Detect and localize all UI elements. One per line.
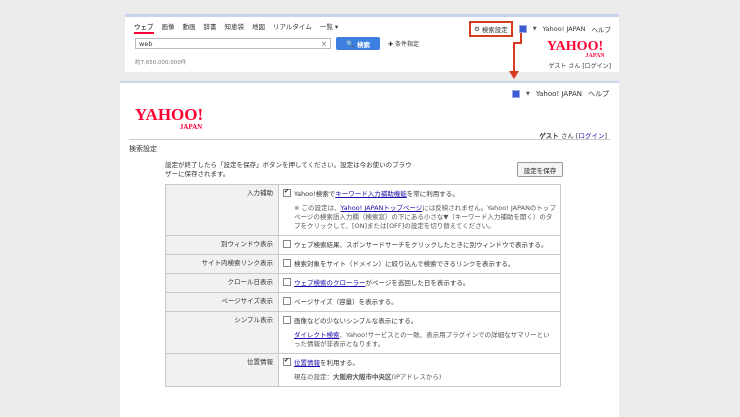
note-text: (IPアドレスから) bbox=[391, 373, 442, 381]
clear-icon[interactable]: × bbox=[321, 39, 327, 49]
guest-login[interactable]: ゲスト さん [ログイン] bbox=[549, 61, 612, 70]
setting-note: ※ この設定は、Yahoo! JAPANトップページには反映されません。Yaho… bbox=[283, 204, 556, 231]
tab-videos[interactable]: 動画 bbox=[183, 21, 196, 34]
save-settings-button[interactable]: 設定を保存 bbox=[517, 162, 563, 177]
search-vertical-tabs: ウェブ 画像 動画 辞書 知恵袋 地図 リアルタイム 一覧 ▾ bbox=[134, 21, 338, 34]
yahoo-top-link[interactable]: Yahoo! JAPANトップページ bbox=[341, 204, 423, 212]
yahoo-japan-logo[interactable]: YAHOO! JAPAN bbox=[539, 37, 611, 59]
search-query: web bbox=[139, 40, 153, 48]
direct-search-link[interactable]: ダイレクト検索 bbox=[294, 331, 340, 339]
tab-images[interactable]: 画像 bbox=[162, 21, 175, 34]
setting-text: を常に利用する。 bbox=[406, 190, 459, 198]
search-button[interactable]: 🔍 検索 bbox=[336, 37, 380, 50]
setting-label: 入力補助 bbox=[165, 184, 279, 236]
search-settings-page: ▼ Yahoo! JAPAN ヘルプ YAHOO! JAPAN ゲスト さん [… bbox=[120, 81, 619, 417]
tab-dictionary[interactable]: 辞書 bbox=[204, 21, 217, 34]
plus-icon: ✚ bbox=[388, 41, 394, 48]
simple-view-checkbox[interactable] bbox=[283, 316, 291, 324]
setting-row-page-size: ページサイズ表示 ページサイズ（容量）を表示する。 bbox=[165, 292, 561, 312]
site-search-link-checkbox[interactable] bbox=[283, 259, 291, 267]
help-link[interactable]: ヘルプ bbox=[588, 89, 609, 99]
note-text: ※ この設定は、 bbox=[294, 204, 341, 212]
setting-text: ページサイズ（容量）を表示する。 bbox=[294, 298, 398, 306]
tab-web[interactable]: ウェブ bbox=[134, 21, 154, 34]
page-size-checkbox[interactable] bbox=[283, 297, 291, 305]
tab-chiebukuro[interactable]: 知恵袋 bbox=[225, 21, 245, 34]
setting-label: サイト内検索リンク表示 bbox=[165, 254, 279, 274]
setting-text: 検索対象をサイト（ドメイン）に絞り込んで検索できるリンクを表示する。 bbox=[294, 260, 515, 268]
setting-value: 位置情報を利用する。 現在の設定：大阪府大阪市中央区(IPアドレスから) bbox=[278, 353, 561, 387]
search-button-label: 検索 bbox=[357, 40, 371, 49]
search-input[interactable]: web × bbox=[135, 38, 331, 49]
setting-text: ウェブ検索結果、スポンサードサーチをクリックしたときに別ウィンドウで表示する。 bbox=[294, 241, 548, 249]
yahoo-japan-logo[interactable]: YAHOO! JAPAN bbox=[129, 103, 217, 131]
setting-text: Yahoo!検索で bbox=[294, 190, 336, 198]
setting-note: 現在の設定：大阪府大阪市中央区(IPアドレスから) bbox=[283, 373, 556, 382]
crawler-link[interactable]: ウェブ検索のクローラー bbox=[294, 279, 366, 287]
setting-label: シンプル表示 bbox=[165, 311, 279, 354]
svg-text:JAPAN: JAPAN bbox=[585, 53, 605, 59]
tab-more[interactable]: 一覧 ▾ bbox=[320, 21, 338, 34]
location-checkbox[interactable] bbox=[283, 356, 291, 366]
intro-text: 設定が終了したら「設定を保存」ボタンを押してください。設定は今お使いのブラウザー… bbox=[165, 161, 412, 178]
current-location: 大阪府大阪市中央区 bbox=[333, 373, 392, 381]
setting-value: Yahoo!検索でキーワード入力補助機能を常に利用する。 ※ この設定は、Yah… bbox=[278, 184, 561, 236]
settings-table: 入力補助 Yahoo!検索でキーワード入力補助機能を常に利用する。 ※ この設定… bbox=[165, 184, 561, 387]
advanced-search-label: 条件指定 bbox=[394, 41, 419, 48]
setting-row-new-window: 別ウィンドウ表示 ウェブ検索結果、スポンサードサーチをクリックしたときに別ウィン… bbox=[165, 235, 561, 255]
setting-label: クロール日表示 bbox=[165, 273, 279, 293]
search-icon: 🔍 bbox=[345, 39, 355, 48]
setting-value: ウェブ検索結果、スポンサードサーチをクリックしたときに別ウィンドウで表示する。 bbox=[278, 235, 561, 255]
svg-text:YAHOO!: YAHOO! bbox=[135, 105, 203, 124]
tab-realtime[interactable]: リアルタイム bbox=[273, 21, 312, 34]
setting-row-simple-view: シンプル表示 画像などの少ないシンプルな表示にする。 ダイレクト検索、Yahoo… bbox=[165, 311, 561, 354]
setting-value: ウェブ検索のクローラーがページを巡回した日を表示する。 bbox=[278, 273, 561, 293]
note-text: 現在の設定： bbox=[294, 373, 333, 381]
crawl-date-checkbox[interactable] bbox=[283, 278, 291, 286]
page-title: 検索設定 bbox=[129, 145, 157, 153]
svg-text:JAPAN: JAPAN bbox=[180, 123, 202, 131]
input-assist-checkbox[interactable] bbox=[283, 187, 291, 197]
setting-label: ページサイズ表示 bbox=[165, 292, 279, 312]
setting-text: 画像などの少ないシンプルな表示にする。 bbox=[294, 317, 418, 325]
yahoo-japan-link[interactable]: Yahoo! JAPAN bbox=[543, 25, 586, 33]
result-count: 約7,650,000,000件 bbox=[135, 60, 187, 66]
setting-label: 位置情報 bbox=[165, 353, 279, 387]
setting-row-crawl-date: クロール日表示 ウェブ検索のクローラーがページを巡回した日を表示する。 bbox=[165, 273, 561, 293]
new-window-checkbox[interactable] bbox=[283, 240, 291, 248]
tab-maps[interactable]: 地図 bbox=[252, 21, 265, 34]
location-link[interactable]: 位置情報 bbox=[294, 359, 320, 367]
setting-value: 画像などの少ないシンプルな表示にする。 ダイレクト検索、Yahoo!サービスとの… bbox=[278, 311, 561, 354]
arrow-down-icon bbox=[509, 33, 522, 79]
header-links: ⚙ 検索設定 ▼ Yahoo! JAPAN ヘルプ bbox=[468, 21, 612, 37]
divider bbox=[129, 139, 610, 140]
setting-text: を利用する。 bbox=[320, 359, 359, 367]
setting-label: 別ウィンドウ表示 bbox=[165, 235, 279, 255]
setting-value: 検索対象をサイト（ドメイン）に絞り込んで検索できるリンクを表示する。 bbox=[278, 254, 561, 274]
setting-row-location: 位置情報 位置情報を利用する。 現在の設定：大阪府大阪市中央区(IPアドレスから… bbox=[165, 353, 561, 387]
setting-row-input-assist: 入力補助 Yahoo!検索でキーワード入力補助機能を常に利用する。 ※ この設定… bbox=[165, 184, 561, 236]
input-assist-link[interactable]: キーワード入力補助機能 bbox=[335, 190, 407, 198]
help-link[interactable]: ヘルプ bbox=[592, 24, 612, 34]
gear-icon: ⚙ bbox=[473, 25, 480, 33]
setting-text: がページを巡回した日を表示する。 bbox=[365, 279, 470, 287]
yahoo-japan-link[interactable]: Yahoo! JAPAN bbox=[536, 90, 582, 98]
setting-row-site-search-link: サイト内検索リンク表示 検索対象をサイト（ドメイン）に絞り込んで検索できるリンク… bbox=[165, 254, 561, 274]
caret-down-icon[interactable]: ▼ bbox=[526, 91, 530, 97]
setting-value: ページサイズ（容量）を表示する。 bbox=[278, 292, 561, 312]
setting-note: ダイレクト検索、Yahoo!サービスとの一致、表示用プラグインでの詳細なサマリー… bbox=[283, 331, 556, 349]
page-header-links: ▼ Yahoo! JAPAN ヘルプ bbox=[511, 89, 609, 99]
advanced-search-link[interactable]: ✚ 条件指定 bbox=[388, 39, 419, 48]
svg-text:YAHOO!: YAHOO! bbox=[547, 39, 603, 54]
search-results-header: ウェブ 画像 動画 辞書 知恵袋 地図 リアルタイム 一覧 ▾ ⚙ 検索設定 ▼… bbox=[125, 14, 619, 72]
square-icon bbox=[511, 90, 520, 98]
